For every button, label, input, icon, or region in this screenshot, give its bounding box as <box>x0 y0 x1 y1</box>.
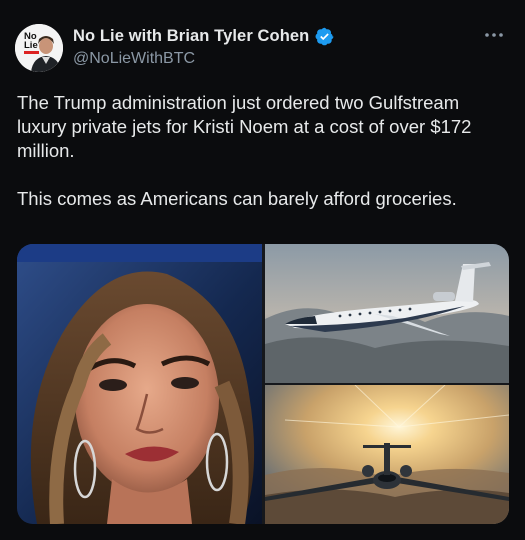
avatar-text-lie: Lie <box>24 40 38 51</box>
author-name-row: No Lie with Brian Tyler Cohen <box>73 27 334 46</box>
tweet-card: No Lie No Lie with Brian Tyler Cohen @No… <box>0 0 525 540</box>
author-display-name[interactable]: No Lie with Brian Tyler Cohen <box>73 27 309 46</box>
portrait-photo <box>17 244 262 524</box>
media-jet-top[interactable] <box>265 244 509 383</box>
tweet-text: The Trump administration just ordered tw… <box>17 91 512 211</box>
verified-badge-icon <box>315 27 334 46</box>
media-jet-bottom[interactable] <box>265 385 509 524</box>
avatar-image: No Lie <box>15 24 63 72</box>
author-handle[interactable]: @NoLieWithBTC <box>73 50 195 68</box>
media-portrait[interactable] <box>17 244 262 524</box>
jet-photo <box>265 244 509 383</box>
media-grid <box>17 244 509 524</box>
avatar[interactable]: No Lie <box>15 24 63 72</box>
tweet-paragraph-2: This comes as Americans can barely affor… <box>17 188 457 209</box>
more-options-icon[interactable] <box>481 22 507 48</box>
tweet-paragraph-1: The Trump administration just ordered tw… <box>17 92 472 161</box>
jet-photo <box>265 385 509 524</box>
